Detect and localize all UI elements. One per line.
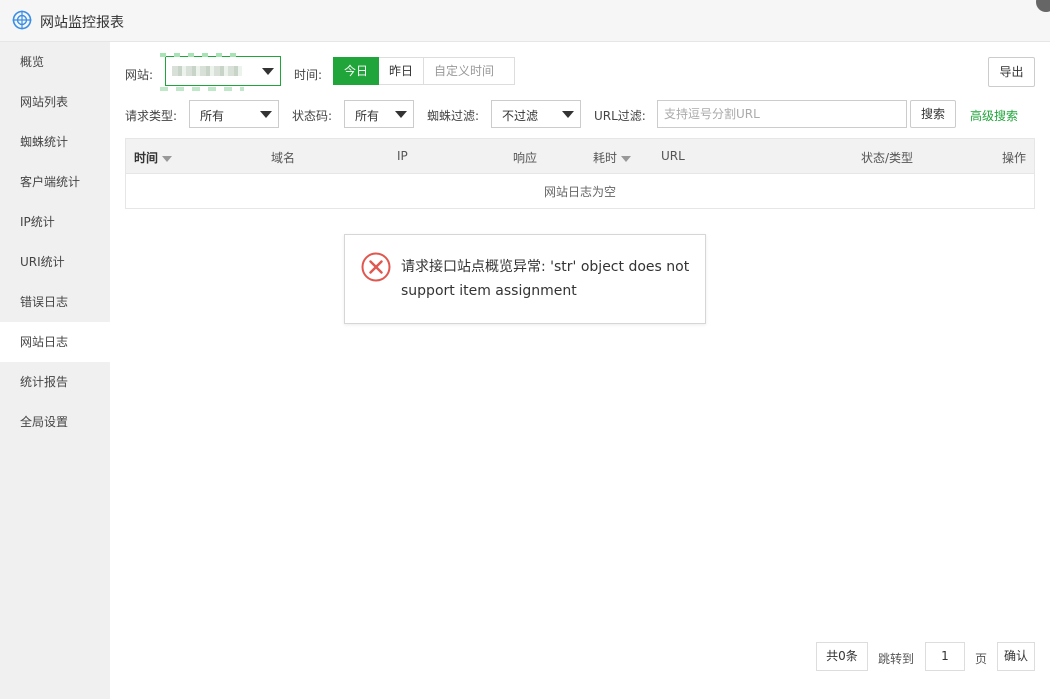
time-today-button[interactable]: 今日 [333,57,380,85]
sidebar-item-error-log[interactable]: 错误日志 [0,282,110,322]
col-time[interactable]: 时间 [134,149,173,166]
col-url: URL [661,149,685,163]
pagination-page-unit: 页 [975,652,988,666]
site-select[interactable] [160,53,281,91]
spider-filter-value: 不过滤 [502,109,539,123]
sidebar-item-spider-stats[interactable]: 蜘蛛统计 [0,122,110,162]
sidebar-item-label: 全局设置 [20,415,69,429]
spider-filter-select[interactable]: 不过滤 [491,100,581,128]
site-name-blur [160,53,244,57]
spider-filter-label: 蜘蛛过滤: [427,109,480,123]
sidebar-item-site-list[interactable]: 网站列表 [0,82,110,122]
error-toast: 请求接口站点概览异常: 'str' object does not suppor… [344,234,706,324]
sidebar: 概览 网站列表 蜘蛛统计 客户端统计 IP统计 URI统计 错误日志 网站日志 … [0,42,110,699]
status-code-label: 状态码: [292,109,333,123]
sidebar-item-global-settings[interactable]: 全局设置 [0,402,110,442]
sidebar-item-label: URI统计 [20,255,65,269]
time-label: 时间: [294,68,323,82]
advanced-search-link[interactable]: 高级搜索 [970,107,1018,124]
col-duration[interactable]: 耗时 [593,149,632,166]
site-name-blur [172,66,242,76]
chevron-down-icon [260,111,272,118]
main-content: 网站: 时间: 今日 昨日 自定义时间 导出 请求类型: 所有 状态码: 所有 … [110,42,1050,699]
pagination-confirm-button[interactable]: 确认 [997,642,1035,671]
chevron-down-icon [395,111,407,118]
chevron-down-icon [262,68,274,75]
request-type-value: 所有 [200,109,225,123]
sidebar-item-ip-stats[interactable]: IP统计 [0,202,110,242]
col-status-type: 状态/类型 [861,151,914,165]
col-response: 响应 [513,151,538,165]
col-ip: IP [397,149,408,163]
request-type-select[interactable]: 所有 [189,100,279,128]
url-filter-label: URL过滤: [594,109,646,123]
close-icon[interactable] [1036,0,1050,12]
sidebar-item-label: 网站日志 [20,335,69,349]
title-bar: 网站监控报表 [0,0,1050,42]
sidebar-item-uri-stats[interactable]: URI统计 [0,242,110,282]
col-actions: 操作 [1002,151,1027,165]
window-title: 网站监控报表 [40,15,124,31]
sidebar-item-label: 蜘蛛统计 [20,135,69,149]
time-yesterday-button[interactable]: 昨日 [379,57,425,85]
sort-down-icon [621,155,632,162]
site-label: 网站: [125,68,154,82]
sort-down-icon [162,155,173,162]
sidebar-item-label: 统计报告 [20,375,69,389]
pagination-page-input[interactable]: 1 [925,642,965,671]
url-filter-input[interactable] [657,100,907,128]
sidebar-item-label: 错误日志 [20,295,69,309]
sidebar-item-label: 概览 [20,55,45,69]
col-domain: 域名 [271,151,296,165]
status-code-select[interactable]: 所有 [344,100,414,128]
custom-time-input[interactable]: 自定义时间 [424,57,516,85]
sidebar-item-client-stats[interactable]: 客户端统计 [0,162,110,202]
sidebar-item-label: 客户端统计 [20,175,81,189]
col-time-label: 时间 [134,151,159,165]
request-type-label: 请求类型: [125,109,178,123]
col-duration-label: 耗时 [593,151,618,165]
error-circle-icon [361,252,391,282]
export-button[interactable]: 导出 [988,57,1035,87]
site-name-blur [160,87,244,91]
error-message: 请求接口站点概览异常: 'str' object does not suppor… [401,259,690,299]
status-code-value: 所有 [355,109,380,123]
monitor-logo-icon [12,10,32,30]
pagination-total: 共0条 [816,642,868,671]
search-button[interactable]: 搜索 [910,100,956,128]
sidebar-item-label: IP统计 [20,215,55,229]
log-table: 时间 域名 IP 响应 耗时 URL 状态/类型 操作 网站日志为空 [125,138,1035,209]
table-empty-message: 网站日志为空 [543,185,616,199]
sidebar-item-label: 网站列表 [20,95,69,109]
table-header: 时间 域名 IP 响应 耗时 URL 状态/类型 操作 [126,139,1034,174]
chevron-down-icon [562,111,574,118]
pagination-jump-label: 跳转到 [878,652,915,666]
sidebar-item-stats-report[interactable]: 统计报告 [0,362,110,402]
sidebar-item-site-log[interactable]: 网站日志 [0,322,110,362]
sidebar-item-overview[interactable]: 概览 [0,42,110,82]
time-range-group: 今日 昨日 自定义时间 [333,57,516,85]
